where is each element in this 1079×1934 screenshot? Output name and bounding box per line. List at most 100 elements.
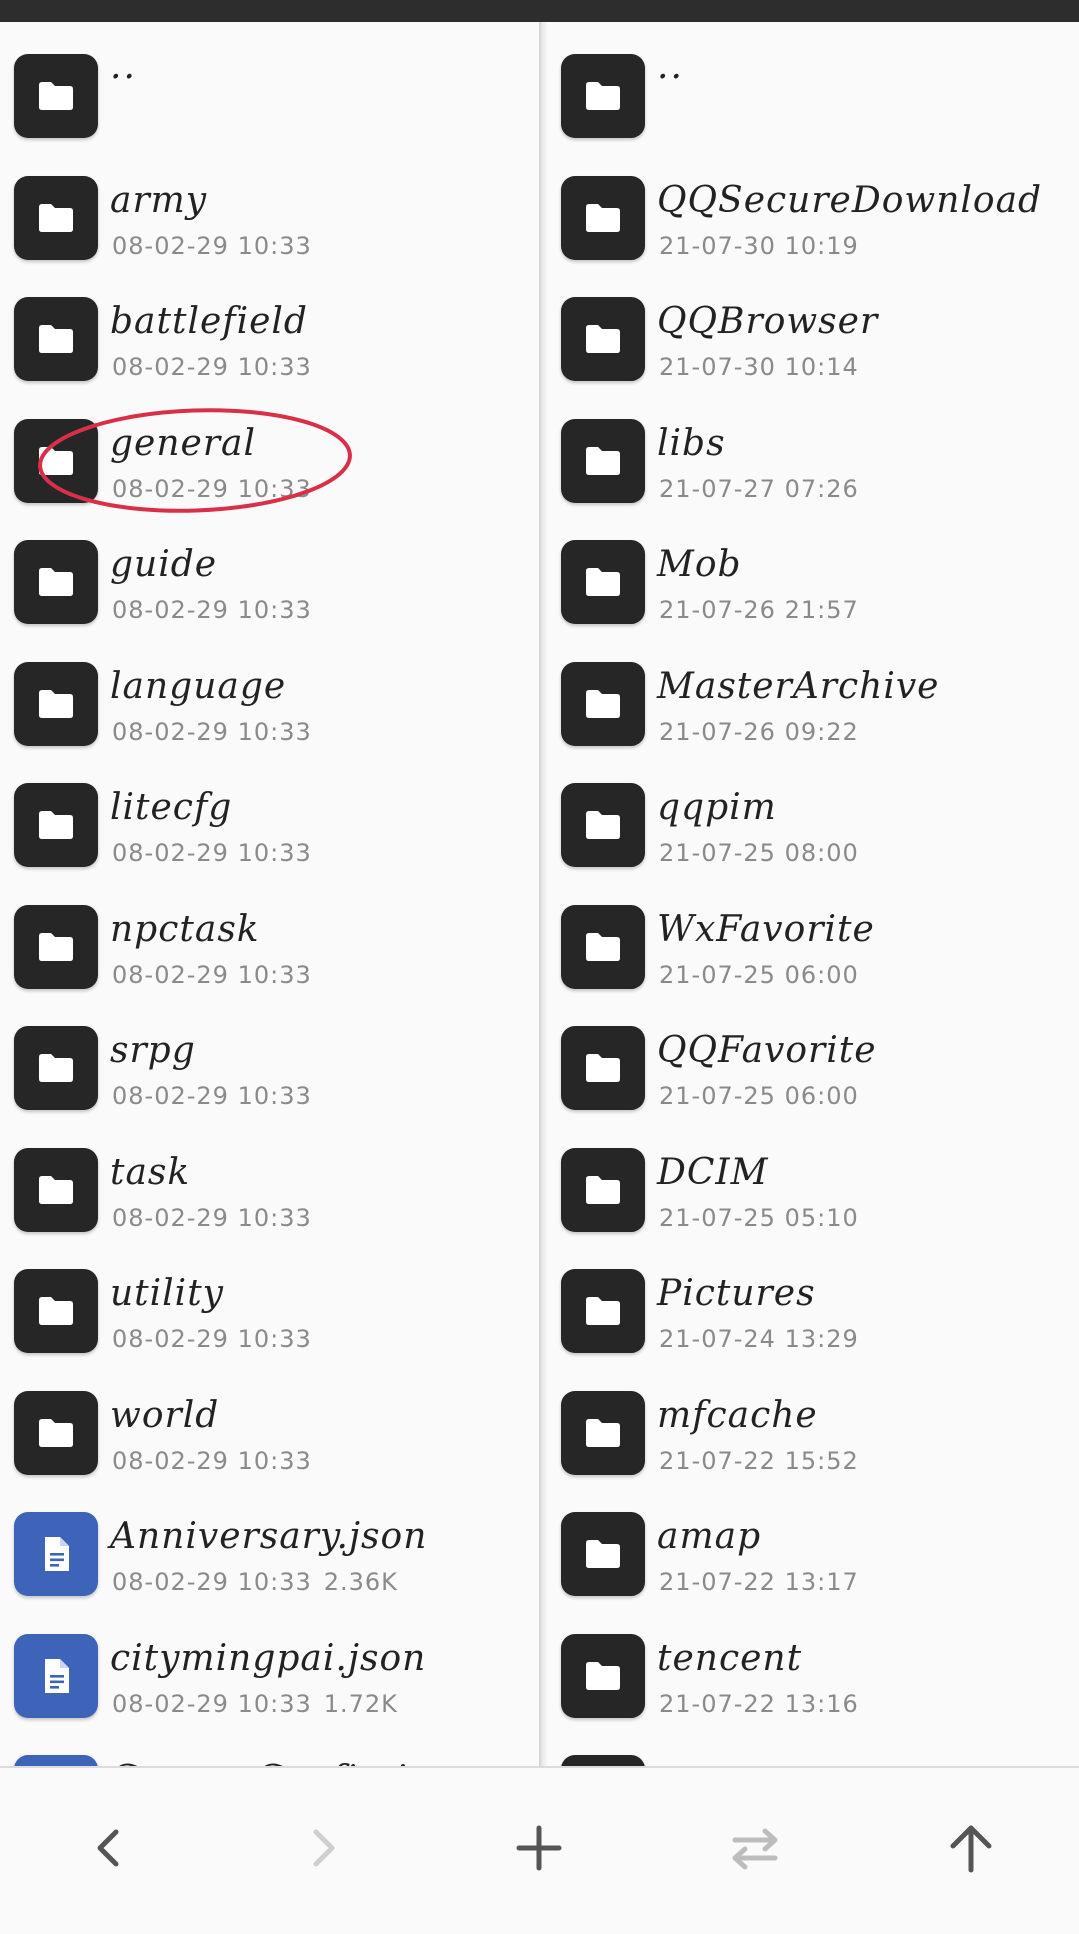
item-name: Pictures [657, 1273, 816, 1314]
folder-row[interactable]: DCIM 21-07-25 05:10 [547, 1134, 1079, 1254]
item-name: army [110, 179, 208, 221]
folder-row[interactable]: Pictures 21-07-24 13:29 [547, 1255, 1079, 1375]
folder-icon [561, 1755, 645, 1766]
folder-row[interactable]: QQSecureDownload 21-07-30 10:19 [547, 162, 1079, 282]
chevron-left-icon [97, 1829, 119, 1867]
folder-row[interactable]: battlefield 08-02-29 10:33 [0, 283, 539, 403]
item-name: general [110, 422, 257, 464]
item-name: Mob [657, 544, 742, 585]
folder-row[interactable]: utility 08-02-29 10:33 [0, 1255, 539, 1375]
item-name: QQSecureDownload [657, 179, 1043, 221]
item-date: 21-07-30 10:14 [659, 353, 859, 381]
folder-row[interactable]: army 08-02-29 10:33 [0, 162, 539, 282]
forward-button[interactable] [279, 1808, 369, 1888]
left-file-pane[interactable]: .. army 08-02-29 10:33 battlefield 08-02-29 … [0, 22, 539, 1766]
swap-icon [732, 1828, 778, 1870]
folder-icon [561, 783, 645, 867]
item-date: 21-07-24 13:29 [659, 1325, 859, 1353]
folder-icon [561, 175, 645, 260]
folder-icon [14, 175, 98, 260]
item-meta: 08-02-29 10:33 1.72K [112, 1690, 398, 1718]
folder-row[interactable]: language 08-02-29 10:33 [0, 648, 539, 768]
folder-icon [14, 1147, 98, 1232]
item-date: 08-02-29 10:33 [112, 353, 312, 381]
folder-row[interactable]: amap 21-07-22 13:17 [547, 1498, 1079, 1618]
folder-row[interactable]: QQFavorite 21-07-25 06:00 [547, 1012, 1079, 1132]
item-name: citymingpai.json [110, 1637, 427, 1679]
arrow-up-icon [950, 1825, 992, 1873]
item-meta: 08-02-29 10:33 [112, 596, 312, 624]
item-meta: 08-02-29 10:33 [112, 475, 312, 503]
item-name: Anniversary.json [110, 1516, 428, 1557]
item-name: world [110, 1394, 220, 1436]
swap-panes-button[interactable] [710, 1808, 800, 1888]
folder-row[interactable]: task 08-02-29 10:33 [0, 1134, 539, 1254]
item-name: DCIM [657, 1151, 769, 1193]
item-meta: 21-07-22 15:52 [659, 1447, 859, 1475]
folder-row[interactable]: QQBrowser 21-07-30 10:14 [547, 283, 1079, 403]
folder-row[interactable]: mfcache 21-07-22 15:52 [547, 1377, 1079, 1497]
item-name: amap [657, 1516, 762, 1557]
item-name: CustomConfig.json [110, 1759, 473, 1766]
item-meta: 21-07-22 13:17 [659, 1568, 859, 1596]
item-meta: 08-02-29 10:33 2.36K [112, 1568, 398, 1596]
item-date: 08-02-29 10:33 [112, 717, 312, 746]
folder-row[interactable]: tencent 21-07-22 13:16 [547, 1620, 1079, 1740]
item-date: 08-02-29 10:33 [112, 960, 312, 989]
item-meta: 08-02-29 10:33 [112, 1325, 312, 1353]
folder-icon [14, 1390, 98, 1475]
folder-row[interactable]: npctask 08-02-29 10:33 [0, 891, 539, 1011]
file-row[interactable]: CustomConfig.json [0, 1741, 539, 1766]
folder-icon [14, 904, 98, 989]
document-icon [14, 1755, 98, 1766]
item-name: MasterArchive [657, 665, 940, 707]
parent-directory-row[interactable]: .. [0, 40, 539, 160]
folder-row[interactable]: libs 21-07-27 07:26 [547, 405, 1079, 525]
folder-row[interactable]: Mob 21-07-26 21:57 [547, 526, 1079, 646]
item-date: 21-07-26 21:57 [659, 596, 859, 624]
folder-icon [14, 783, 98, 867]
item-meta: 21-07-25 05:10 [659, 1204, 859, 1232]
folder-row[interactable]: litecfg 08-02-29 10:33 [0, 769, 539, 889]
item-date: 21-07-30 10:19 [659, 231, 859, 260]
item-meta: 21-07-30 10:19 [659, 232, 859, 260]
item-meta: 08-02-29 10:33 [112, 718, 312, 746]
file-row[interactable]: citymingpai.json 08-02-29 10:33 1.72K [0, 1620, 539, 1740]
item-date: 21-07-22 13:16 [659, 1689, 859, 1718]
item-meta: 08-02-29 10:33 [112, 353, 312, 381]
folder-icon [561, 297, 645, 381]
folder-row[interactable]: WxFavorite 21-07-25 06:00 [547, 891, 1079, 1011]
item-meta: 08-02-29 10:33 [112, 1082, 312, 1110]
folder-row[interactable]: MasterArchive 21-07-26 09:22 [547, 648, 1079, 768]
folder-icon [14, 418, 98, 503]
item-name: libs [657, 422, 726, 464]
parent-directory-row[interactable]: .. [547, 40, 1079, 160]
folder-row[interactable]: guide 08-02-29 10:33 [0, 526, 539, 646]
item-name: language [110, 665, 287, 707]
folder-row[interactable]: sougu [547, 1741, 1079, 1766]
folder-row[interactable]: qqpim 21-07-25 08:00 [547, 769, 1079, 889]
folder-icon [561, 540, 645, 624]
right-file-pane[interactable]: .. QQSecureDownload 21-07-30 10:19 QQBrowse… [547, 22, 1079, 1766]
item-meta: 21-07-27 07:26 [659, 475, 859, 503]
file-row[interactable]: Anniversary.json 08-02-29 10:33 2.36K [0, 1498, 539, 1618]
item-name: sougu [657, 1759, 772, 1766]
folder-row[interactable]: world 08-02-29 10:33 [0, 1377, 539, 1497]
item-meta: 08-02-29 10:33 [112, 961, 312, 989]
item-name: task [110, 1151, 191, 1193]
folder-icon [561, 418, 645, 503]
item-name: utility [110, 1273, 224, 1314]
parent-directory-button[interactable] [926, 1808, 1016, 1888]
item-size: 2.36K [323, 1568, 398, 1596]
item-date: 21-07-25 06:00 [659, 1082, 859, 1110]
item-date: 08-02-29 10:33 [112, 1446, 312, 1475]
item-date: 08-02-29 10:33 [112, 1568, 312, 1596]
new-item-button[interactable] [494, 1808, 584, 1888]
item-meta: 21-07-26 21:57 [659, 596, 859, 624]
folder-row[interactable]: general 08-02-29 10:33 [0, 405, 539, 525]
item-meta: 21-07-30 10:14 [659, 353, 859, 381]
folder-icon [561, 1512, 645, 1596]
back-button[interactable] [63, 1808, 153, 1888]
folder-row[interactable]: srpg 08-02-29 10:33 [0, 1012, 539, 1132]
pane-divider[interactable] [539, 22, 547, 1766]
